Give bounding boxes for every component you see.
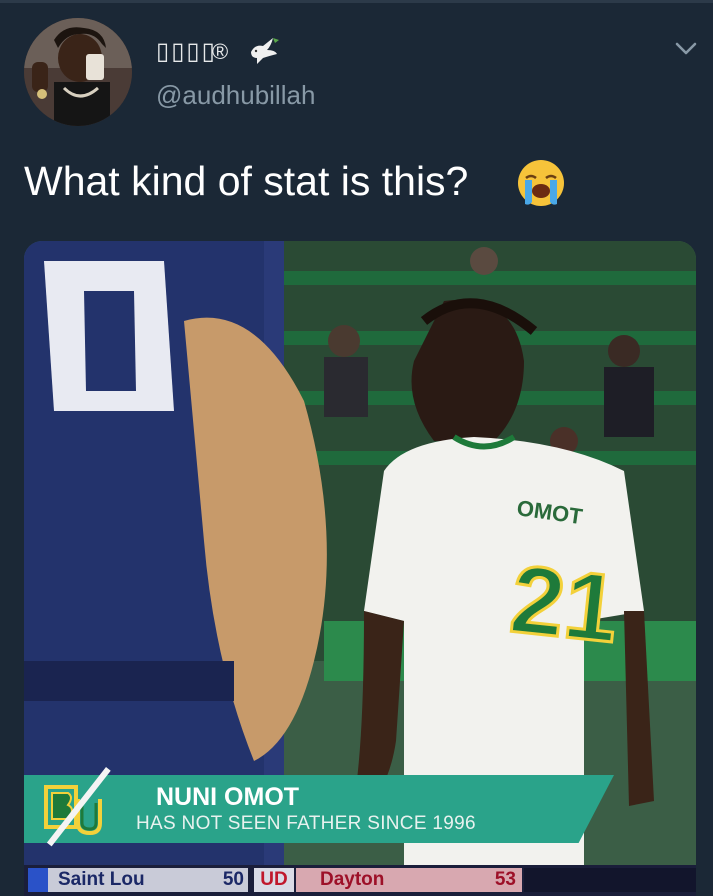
player-stat: HAS NOT SEEN FATHER SINCE 1996	[136, 813, 476, 834]
display-name[interactable]: ▯▯▯▯	[156, 37, 217, 67]
dove-icon	[245, 34, 281, 70]
team2-score: 53	[480, 868, 522, 892]
registered-mark: ®	[212, 39, 229, 64]
lower-third-graphic: NUNI OMOT HAS NOT SEEN FATHER SINCE 1996	[24, 767, 614, 847]
chevron-down-icon[interactable]	[672, 34, 700, 62]
scoreboard-tail	[524, 868, 696, 892]
jersey-number: 21	[506, 545, 623, 663]
team1-name: Saint Lou	[48, 868, 244, 892]
user-handle[interactable]: @audhubillah	[156, 80, 315, 110]
team1-color-chip	[28, 868, 48, 892]
scoreboard-bar: Saint Lou 50 UD Dayton 53	[24, 865, 696, 896]
tweet-text: What kind of stat is this?	[24, 158, 469, 204]
tweet-photo[interactable]: OMOT 21 NUNI OMOT HAS NOT SEEN FATHER SI…	[24, 241, 696, 896]
dayton-logo-icon: UD	[254, 868, 294, 892]
avatar[interactable]	[24, 18, 132, 126]
loudly-crying-face-icon	[516, 158, 566, 208]
player-name: NUNI OMOT	[156, 783, 300, 811]
team1-score: 50	[218, 868, 248, 892]
top-divider	[0, 0, 713, 3]
